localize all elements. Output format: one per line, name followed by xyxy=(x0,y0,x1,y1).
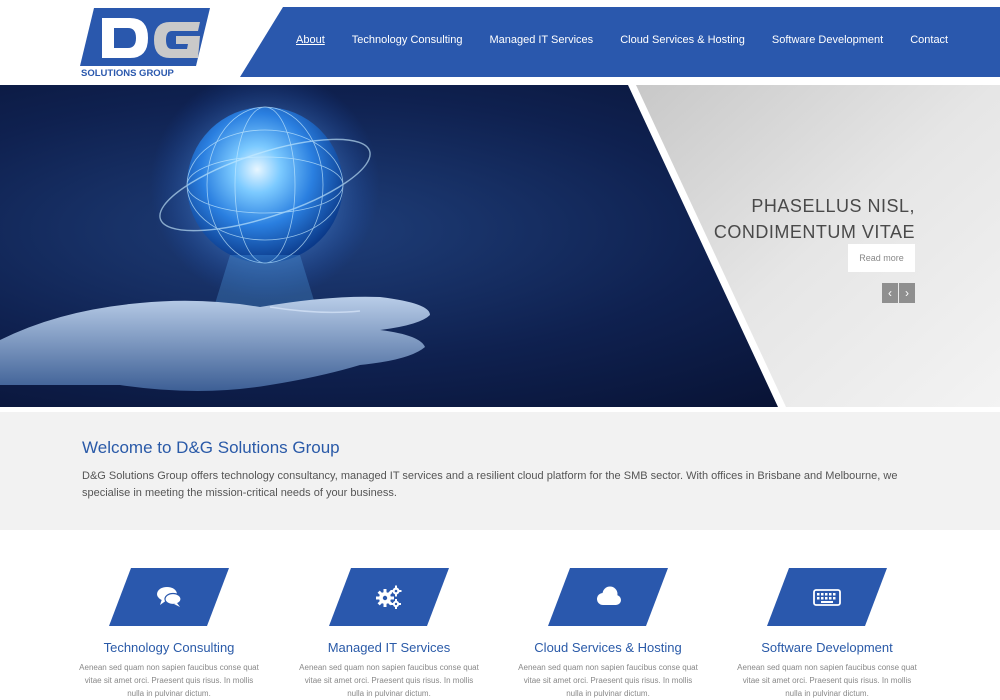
nav-cloud-services-hosting[interactable]: Cloud Services & Hosting xyxy=(620,34,745,46)
welcome-section: Welcome to D&G Solutions Group D&G Solut… xyxy=(0,412,1000,530)
slider-prev-button[interactable]: ‹ xyxy=(882,283,898,303)
site-header: SOLUTIONS GROUP About Technology Consult… xyxy=(0,0,1000,85)
service-title[interactable]: Software Development xyxy=(732,640,922,655)
service-badge xyxy=(548,568,668,626)
gears-icon xyxy=(376,585,402,609)
logo-tagline: SOLUTIONS GROUP xyxy=(81,68,175,78)
service-card-cloud-services-hosting[interactable]: Cloud Services & Hosting Aenean sed quam… xyxy=(513,568,703,700)
service-title[interactable]: Cloud Services & Hosting xyxy=(513,640,703,655)
keyboard-icon xyxy=(813,589,841,606)
service-badge xyxy=(767,568,887,626)
service-card-technology-consulting[interactable]: Technology Consulting Aenean sed quam no… xyxy=(74,568,264,700)
service-badge xyxy=(329,568,449,626)
nav-technology-consulting[interactable]: Technology Consulting xyxy=(352,34,463,46)
service-description: Aenean sed quam non sapien faucibus cons… xyxy=(518,663,698,698)
service-card-software-development[interactable]: Software Development Aenean sed quam non… xyxy=(732,568,922,700)
nav-software-development[interactable]: Software Development xyxy=(772,34,883,46)
logo-graphic: SOLUTIONS GROUP xyxy=(80,8,210,78)
service-card-managed-it-services[interactable]: Managed IT Services Aenean sed quam non … xyxy=(294,568,484,700)
hero-title: PHASELLUS NISL, CONDIMENTUM VITAE xyxy=(655,193,915,245)
nav-managed-it-services[interactable]: Managed IT Services xyxy=(489,34,593,46)
cloud-icon xyxy=(597,586,621,605)
company-logo[interactable]: SOLUTIONS GROUP xyxy=(80,8,210,78)
hero-title-line2: CONDIMENTUM VITAE xyxy=(713,222,915,242)
speech-bubbles-icon xyxy=(157,587,182,607)
service-title[interactable]: Managed IT Services xyxy=(294,640,484,655)
welcome-text: D&G Solutions Group offers technology co… xyxy=(82,470,898,499)
service-description: Aenean sed quam non sapien faucibus cons… xyxy=(737,663,917,698)
service-description: Aenean sed quam non sapien faucibus cons… xyxy=(299,663,479,698)
service-title[interactable]: Technology Consulting xyxy=(74,640,264,655)
chevron-right-icon: › xyxy=(905,286,909,300)
welcome-heading: Welcome to D&G Solutions Group xyxy=(82,438,340,457)
slider-next-button[interactable]: › xyxy=(899,283,915,303)
main-nav: About Technology Consulting Managed IT S… xyxy=(296,34,975,46)
services-section: Technology Consulting Aenean sed quam no… xyxy=(0,530,1000,700)
hero-slider: PHASELLUS NISL, CONDIMENTUM VITAE Read m… xyxy=(0,85,1000,407)
service-description: Aenean sed quam non sapien faucibus cons… xyxy=(79,663,259,698)
hero-title-line1: PHASELLUS NISL, xyxy=(751,196,915,216)
nav-about[interactable]: About xyxy=(296,34,325,46)
read-more-button[interactable]: Read more xyxy=(848,244,915,272)
nav-contact[interactable]: Contact xyxy=(910,34,948,46)
chevron-left-icon: ‹ xyxy=(888,286,892,300)
service-badge xyxy=(109,568,229,626)
